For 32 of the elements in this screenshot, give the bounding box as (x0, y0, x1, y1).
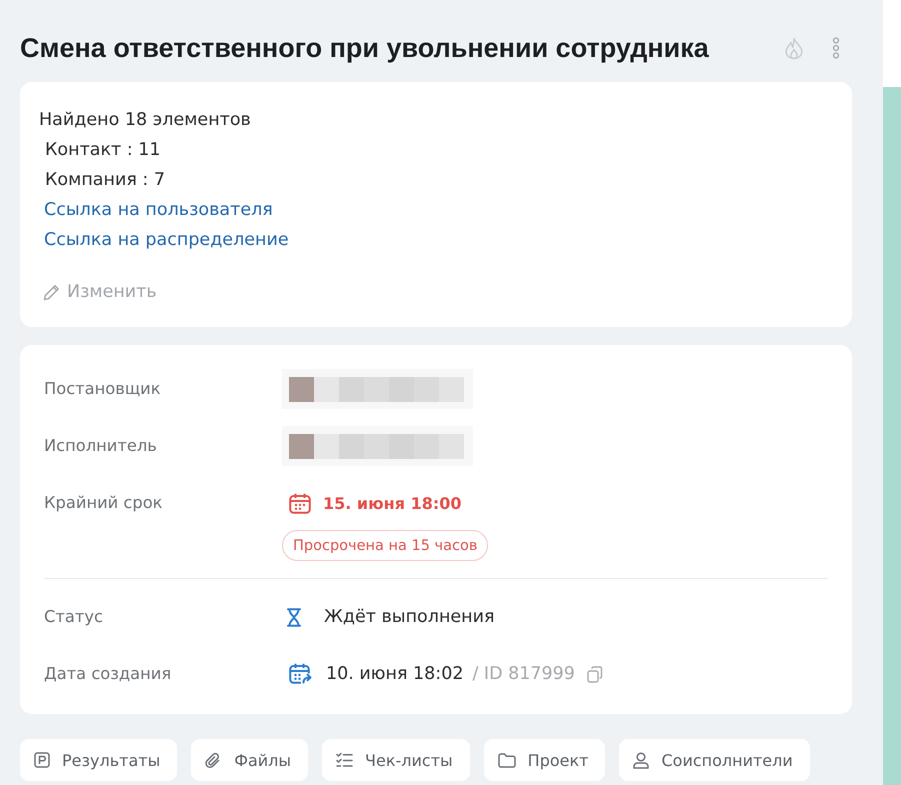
overdue-badge: Просрочена на 15 часов (282, 530, 488, 561)
field-label: Дата создания (44, 663, 172, 685)
created-date: 10. июня 18:02 (326, 664, 464, 684)
count-text: Компания : 7 (45, 169, 165, 192)
field-label: Постановщик (44, 378, 161, 400)
field-label: Статус (44, 606, 103, 628)
hourglass-icon (287, 608, 301, 626)
status-text: Ждёт выполнения (324, 607, 494, 627)
count-text: Контакт : 11 (45, 139, 161, 162)
checklist-icon (336, 752, 354, 768)
action-button[interactable]: Чек-листы (322, 739, 470, 781)
boxed-p-icon (34, 752, 50, 768)
flame-icon[interactable] (784, 36, 804, 60)
field-label: Крайний срок (44, 492, 163, 514)
pencil-icon (43, 284, 60, 300)
action-button[interactable]: Проект (484, 739, 606, 781)
summary-link[interactable]: Ссылка на пользователя (44, 195, 273, 225)
person-icon (633, 752, 650, 768)
calendar-arrow-icon (289, 663, 313, 685)
summary-link[interactable]: Ссылка на распределение (44, 225, 289, 255)
more-icon[interactable] (832, 37, 840, 59)
folder-icon (498, 752, 516, 768)
task-title: Смена ответственного при увольнении сотрудника (20, 32, 710, 64)
action-button[interactable]: Результаты (20, 739, 178, 781)
action-button[interactable]: Файлы (191, 739, 308, 781)
deadline-date: 15. июня 18:00 (323, 494, 462, 512)
calendar-icon (289, 492, 311, 514)
action-button[interactable]: Соисполнители (619, 739, 810, 781)
field-label: Исполнитель (44, 435, 157, 457)
task-id: / ID 817999 (472, 664, 575, 684)
copy-icon[interactable] (586, 666, 603, 682)
found-count-text: Найдено 18 элементов (39, 109, 251, 132)
